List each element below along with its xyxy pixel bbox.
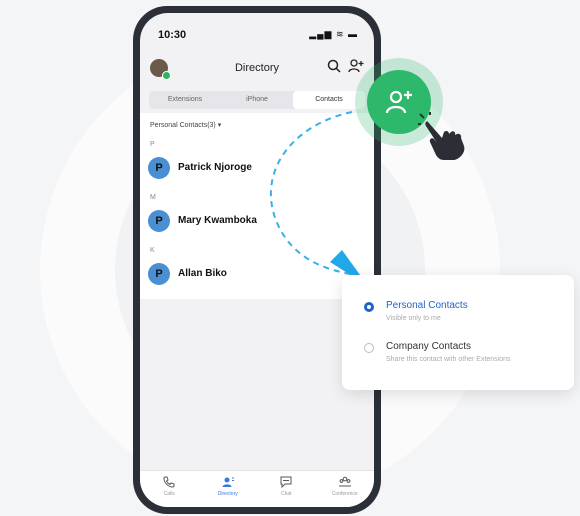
add-user-icon	[385, 90, 412, 114]
option-title: Personal Contacts	[386, 300, 468, 311]
radio-selected[interactable]	[364, 302, 374, 312]
pointer-hand-icon	[418, 112, 465, 160]
dashed-arrow	[269, 111, 368, 286]
option-title: Company Contacts	[386, 341, 472, 352]
radio-unselected[interactable]	[364, 343, 374, 353]
contact-type-popup: Personal Contacts Visible only to me Com…	[342, 275, 574, 390]
option-subtitle: Visible only to me	[386, 315, 441, 322]
option-subtitle: Share this contact with other Extensions	[386, 356, 511, 363]
